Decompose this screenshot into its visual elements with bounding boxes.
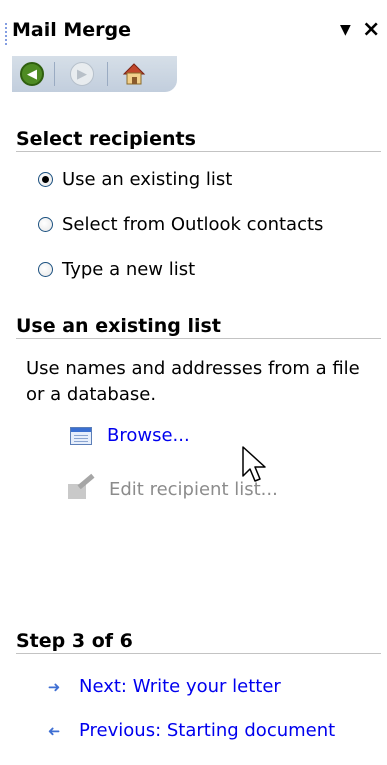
- close-button[interactable]: ×: [362, 17, 380, 42]
- radio-use-existing-list[interactable]: Use an existing list: [38, 167, 232, 191]
- mouse-pointer-icon: [242, 446, 266, 482]
- arrow-left-icon: ➜: [47, 721, 61, 740]
- radio-label: Select from Outlook contacts: [62, 213, 324, 235]
- nav-separator: [107, 62, 108, 86]
- task-pane-title: Mail Merge: [12, 19, 132, 41]
- address-book-icon: [70, 426, 92, 445]
- task-pane-nav-bar: ◀ ▶: [12, 56, 177, 92]
- forward-arrow-icon: ▶: [70, 62, 94, 86]
- arrow-right-icon: ➜: [47, 677, 61, 696]
- radio-button[interactable]: [38, 216, 53, 232]
- radio-type-new-list[interactable]: Type a new list: [38, 257, 195, 281]
- back-arrow-icon: ◀: [20, 62, 44, 86]
- radio-button[interactable]: [38, 171, 53, 187]
- existing-list-description: Use names and addresses from a file or a…: [26, 358, 360, 405]
- section-divider: [16, 338, 381, 339]
- back-button[interactable]: ◀: [18, 60, 46, 88]
- radio-selected-dot: [42, 175, 49, 183]
- forward-button[interactable]: ▶: [68, 60, 96, 88]
- next-step-link[interactable]: ➜ Next: Write your letter: [44, 676, 281, 697]
- edit-list-icon: [68, 473, 95, 500]
- task-pane-titlebar: Mail Merge ▼ ×: [0, 0, 387, 62]
- radio-select-outlook-contacts[interactable]: Select from Outlook contacts: [38, 212, 323, 236]
- radio-label: Use an existing list: [62, 168, 233, 190]
- browse-link[interactable]: Browse...: [70, 425, 190, 446]
- home-icon: [122, 63, 146, 85]
- section-divider: [16, 151, 381, 152]
- nav-separator: [54, 62, 55, 86]
- browse-label[interactable]: Browse...: [107, 425, 190, 446]
- radio-button[interactable]: [38, 261, 53, 277]
- radio-label: Type a new list: [62, 258, 196, 280]
- previous-step-link[interactable]: ➜ Previous: Starting document: [44, 720, 335, 741]
- existing-list-heading: Use an existing list: [16, 315, 221, 337]
- home-button[interactable]: [120, 60, 148, 88]
- task-pane-menu-button[interactable]: ▼: [340, 22, 351, 38]
- select-recipients-heading: Select recipients: [16, 128, 196, 150]
- section-divider: [16, 653, 381, 654]
- next-step-label[interactable]: Next: Write your letter: [79, 676, 281, 697]
- drag-grip-icon[interactable]: [4, 22, 8, 46]
- edit-icon-pencil: [77, 473, 95, 490]
- step-heading: Step 3 of 6: [16, 630, 133, 652]
- previous-step-label[interactable]: Previous: Starting document: [79, 720, 335, 741]
